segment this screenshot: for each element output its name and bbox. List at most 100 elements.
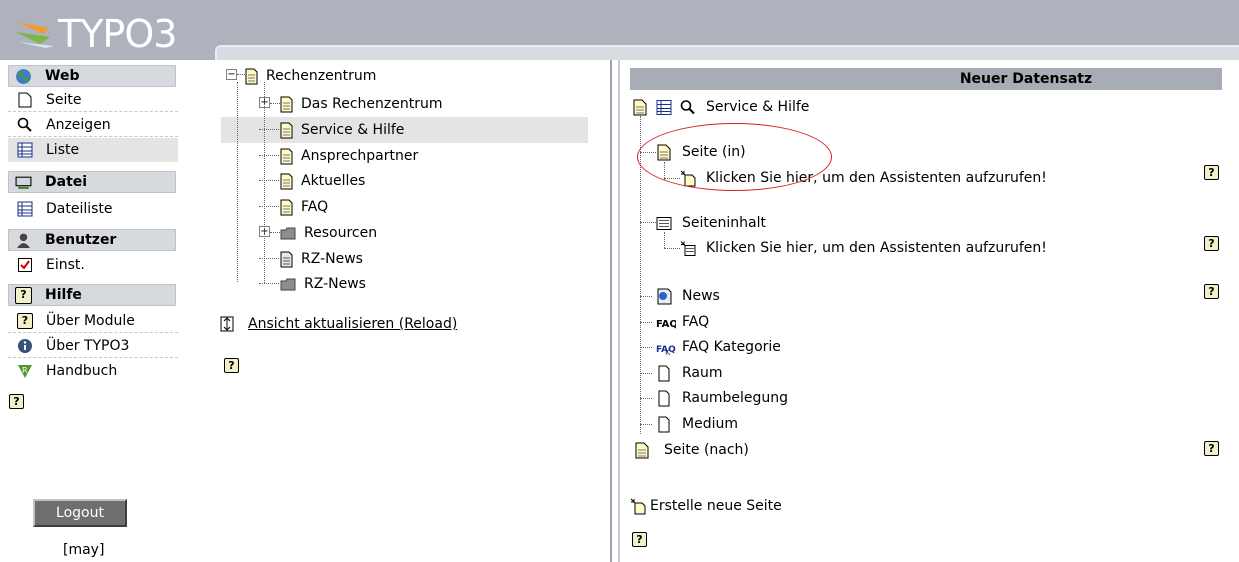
tree-node-label: Resourcen <box>304 225 378 241</box>
list-icon <box>17 142 33 158</box>
current-page-title: Service & Hilfe <box>706 99 810 115</box>
help-icon[interactable]: ? <box>9 394 24 409</box>
svg-text:R: R <box>22 366 28 375</box>
tree-node-label: Rechenzentrum <box>266 68 377 84</box>
menu-item-seite[interactable]: Seite <box>8 88 178 112</box>
collapse-toggle[interactable]: − <box>226 69 237 80</box>
record-icon <box>658 365 670 381</box>
new-page-after-link[interactable]: Seite (nach) <box>634 438 749 462</box>
info-icon <box>18 339 32 353</box>
menu-item-label: Anzeigen <box>46 117 111 133</box>
menu-item-einst[interactable]: Einst. <box>8 253 178 277</box>
tree-node[interactable]: Resourcen <box>280 221 377 245</box>
record-type-raum[interactable]: Raum <box>656 361 723 385</box>
tree-connector <box>640 322 652 323</box>
reload-link[interactable]: Ansicht aktualisieren (Reload) <box>220 316 457 332</box>
menu-group-datei[interactable]: Datei <box>8 171 176 193</box>
help-icon[interactable]: ? <box>632 532 647 547</box>
username: [may] <box>63 542 105 558</box>
tree-connector <box>237 74 245 75</box>
tree-connector <box>259 155 279 156</box>
list-icon[interactable] <box>656 99 672 116</box>
record-type-label: Medium <box>682 416 738 432</box>
menu-item-anzeigen[interactable]: Anzeigen <box>8 113 178 137</box>
content-wizard-link[interactable]: Klicken Sie hier, um den Assistenten auf… <box>680 236 1047 260</box>
record-type-label: Raumbelegung <box>682 390 789 406</box>
tree-node[interactable]: RZ-News <box>280 272 366 296</box>
create-new-page-link[interactable]: Erstelle neue Seite <box>630 494 782 518</box>
tree-node[interactable]: FAQ <box>280 195 328 219</box>
menu-item-label: Dateiliste <box>46 201 113 217</box>
tree-node-label: FAQ <box>301 199 329 215</box>
record-icon <box>658 390 670 406</box>
menu-group-label: Datei <box>45 174 88 190</box>
tree-node[interactable]: Ansprechpartner <box>280 144 418 168</box>
wizard-content-icon <box>680 240 696 256</box>
faq-category-icon: FAQK <box>656 345 676 356</box>
help-icon: ? <box>17 313 33 329</box>
globe-icon <box>16 69 31 84</box>
menu-group-benutzer[interactable]: Benutzer <box>8 229 176 251</box>
page-icon <box>245 68 258 84</box>
panel-header: Neuer Datensatz <box>630 68 1222 90</box>
tree-node[interactable]: Aktuelles <box>280 169 365 193</box>
menu-group-label: Web <box>45 68 80 84</box>
tree-connector <box>259 180 279 181</box>
menu-item-handbuch[interactable]: R Handbuch <box>8 359 178 383</box>
list-icon <box>17 201 33 217</box>
tree-connector <box>259 129 279 130</box>
wizard-page-icon <box>630 498 646 514</box>
menu-item-liste[interactable]: Liste <box>8 138 178 162</box>
tree-node-label: Das Rechenzentrum <box>301 96 443 112</box>
menu-item-ueber-typo3[interactable]: Über TYPO3 <box>8 334 178 358</box>
tree-node-label: RZ-News <box>304 276 366 292</box>
page-icon <box>635 442 649 458</box>
record-type-news[interactable]: News <box>656 284 720 308</box>
magnifier-icon[interactable] <box>680 99 696 116</box>
create-new-page-label: Erstelle neue Seite <box>650 498 782 514</box>
tree-connector <box>640 373 652 374</box>
tree-connector <box>640 398 652 399</box>
menu-group-label: Hilfe <box>45 287 82 303</box>
page-icon <box>280 122 293 138</box>
tree-connector <box>640 222 656 223</box>
logout-button[interactable]: Logout <box>33 499 127 527</box>
tree-node[interactable]: Das Rechenzentrum <box>280 92 442 116</box>
annotation-ellipse <box>637 123 832 191</box>
menu-group-web[interactable]: Web <box>8 65 176 87</box>
tree-connector <box>259 283 279 284</box>
tree-node[interactable]: RZ-News <box>280 247 363 271</box>
news-icon <box>657 288 672 304</box>
manual-icon: R <box>18 365 32 378</box>
tree-node-root[interactable]: Rechenzentrum <box>245 64 376 88</box>
reload-icon <box>220 316 234 332</box>
menu-item-ueber-module[interactable]: ? Über Module <box>8 309 178 333</box>
tree-connector <box>640 296 652 297</box>
checkbox-icon <box>18 258 32 272</box>
frame-divider[interactable] <box>610 60 620 562</box>
tree-connector <box>264 82 265 283</box>
tree-node-selected[interactable]: Service & Hilfe <box>280 118 404 142</box>
help-icon[interactable]: ? <box>1204 236 1219 251</box>
help-icon[interactable]: ? <box>224 358 239 373</box>
menu-item-dateiliste[interactable]: Dateiliste <box>8 197 178 221</box>
help-icon[interactable]: ? <box>1204 165 1219 180</box>
content-wizard-label: Klicken Sie hier, um den Assistenten auf… <box>706 240 1047 256</box>
record-type-medium[interactable]: Medium <box>656 412 738 436</box>
faq-icon: FAQ <box>656 319 676 330</box>
help-icon[interactable]: ? <box>1204 441 1219 456</box>
tree-selection-highlight <box>221 117 588 143</box>
record-type-raumbelegung[interactable]: Raumbelegung <box>656 386 788 410</box>
new-content-label: Seiteninhalt <box>682 215 766 231</box>
record-type-label: Raum <box>682 365 723 381</box>
typo3-logo-icon <box>16 22 54 48</box>
record-icon <box>658 416 670 432</box>
page-icon <box>18 92 32 108</box>
page-tree: − + + Rechenzentrum Das Rechenzentrum Se… <box>215 60 610 562</box>
record-type-faq[interactable]: FAQ FAQ <box>656 310 709 334</box>
new-content-link[interactable]: Seiteninhalt <box>656 211 766 235</box>
page-icon <box>280 148 293 164</box>
record-type-faq-category[interactable]: FAQ K FAQ Kategorie <box>656 335 781 359</box>
help-icon[interactable]: ? <box>1204 284 1219 299</box>
menu-group-hilfe[interactable]: ? Hilfe <box>8 284 176 306</box>
